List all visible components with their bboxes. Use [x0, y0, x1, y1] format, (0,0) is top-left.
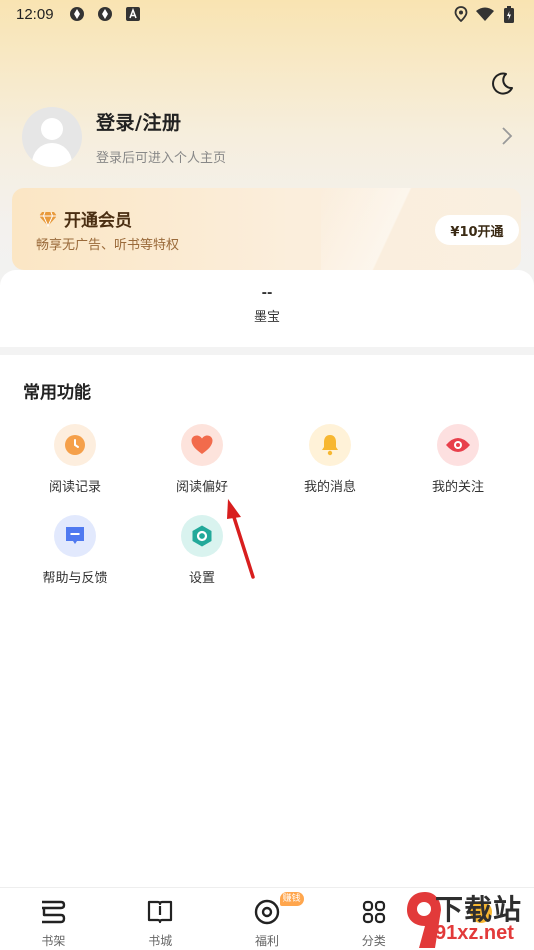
nav-label: 福利 — [254, 934, 279, 948]
annotation-arrow — [227, 499, 255, 579]
watermark-site: 91xz.net — [435, 922, 514, 944]
login-register-title[interactable]: 登录/注册 — [96, 108, 226, 135]
func-my-messages[interactable]: 我的消息 — [280, 424, 380, 504]
vip-open-button[interactable]: ¥10开通 — [435, 215, 519, 245]
eye-icon — [437, 424, 479, 466]
func-label: 帮助与反馈 — [42, 571, 108, 586]
nav-item-bookstore[interactable]: 书城 — [107, 888, 214, 950]
app-notification-icon — [68, 5, 86, 23]
func-label: 我的消息 — [303, 480, 356, 495]
login-profile-row[interactable]: 登录/注册 登录后可进入个人主页 — [22, 105, 522, 169]
nav-label: 书城 — [148, 934, 173, 948]
func-reading-history[interactable]: 阅读记录 — [25, 424, 125, 504]
chat-icon — [54, 515, 96, 557]
book-icon — [148, 900, 173, 924]
func-label: 阅读记录 — [48, 480, 101, 495]
mobao-panel[interactable]: -- 墨宝 — [0, 270, 534, 350]
func-label: 我的关注 — [431, 480, 484, 495]
vip-title: 开通会员 — [64, 211, 132, 231]
section-divider — [0, 347, 534, 355]
app-notification-icon — [96, 5, 114, 23]
status-bar: 12:09 — [0, 0, 534, 28]
diamond-icon — [39, 211, 57, 227]
hexagon-settings-icon — [181, 515, 223, 557]
night-mode-moon-icon[interactable] — [488, 70, 516, 98]
welfare-badge: 赚钱 — [279, 892, 304, 906]
battery-icon — [500, 5, 518, 23]
chevron-right-icon[interactable] — [500, 125, 514, 147]
app-a-icon — [124, 5, 142, 23]
heart-icon — [181, 424, 223, 466]
nav-item-bookshelf[interactable]: 书架 — [0, 888, 107, 950]
section-title: 常用功能 — [23, 383, 91, 403]
vip-membership-card[interactable]: 开通会员 畅享无广告、听书等特权 ¥10开通 — [12, 188, 521, 270]
nav-label: 书架 — [41, 934, 66, 948]
category-icon — [362, 900, 385, 924]
watermark-logo: 下载站 91xz.net — [405, 888, 534, 950]
status-time: 12:09 — [16, 5, 54, 23]
wifi-icon — [476, 5, 494, 23]
login-subtitle: 登录后可进入个人主页 — [96, 151, 227, 166]
func-label: 阅读偏好 — [175, 480, 228, 495]
func-my-follows[interactable]: 我的关注 — [408, 424, 508, 504]
bookshelf-icon — [42, 900, 66, 924]
nav-item-welfare[interactable]: 赚钱 福利 — [214, 888, 321, 950]
func-reading-preference[interactable]: 阅读偏好 — [152, 424, 252, 504]
mobao-value: -- — [261, 286, 273, 301]
func-help-feedback[interactable]: 帮助与反馈 — [25, 515, 125, 595]
vip-subtitle: 畅享无广告、听书等特权 — [36, 238, 180, 253]
bell-icon — [309, 424, 351, 466]
mobao-label: 墨宝 — [253, 310, 280, 325]
location-icon — [452, 5, 470, 23]
avatar[interactable] — [22, 107, 82, 167]
clock-icon — [54, 424, 96, 466]
welfare-icon — [254, 899, 280, 925]
